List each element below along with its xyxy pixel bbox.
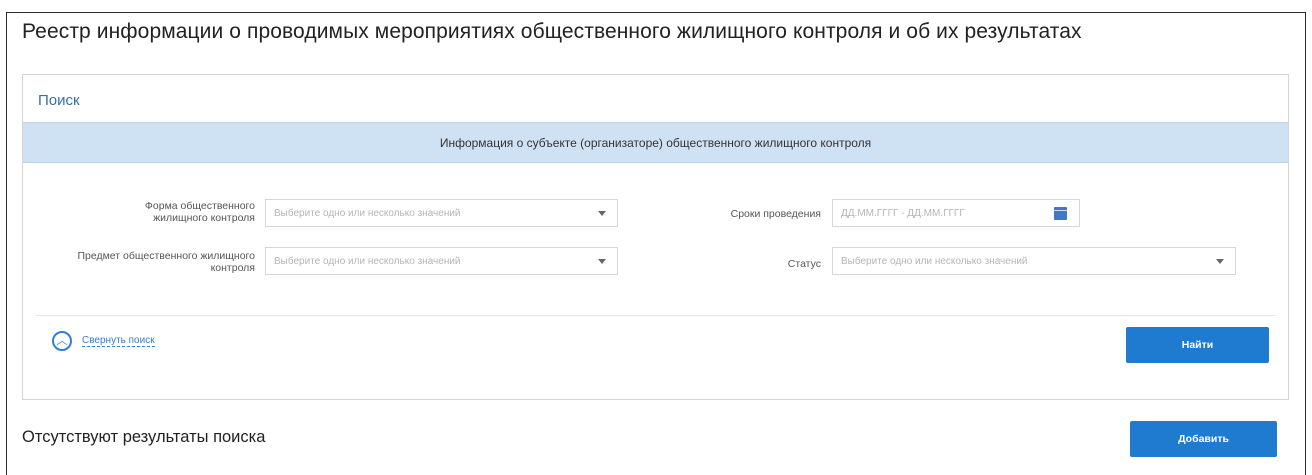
search-panel-title[interactable]: Поиск [38,92,80,109]
chevron-down-icon [1216,259,1224,264]
status-select[interactable]: Выберите одно или несколько значений [832,247,1236,275]
form-label: Форма общественного жилищного контроля [144,200,255,224]
collapse-search[interactable]: ︿ Свернуть поиск [52,331,155,351]
status-label: Статус [787,258,821,270]
dates-input[interactable]: ДД.ММ.ГГГГ - ДД.ММ.ГГГГ [832,199,1080,227]
subject-label: Предмет общественного жилищного контроля [77,250,255,274]
results-empty-text: Отсутствуют результаты поиска [22,428,266,446]
chevron-down-icon [598,259,606,264]
section-header: Информация о субъекте (организаторе) общ… [23,122,1288,163]
page-title: Реестр информации о проводимых мероприят… [22,20,1082,43]
calendar-icon[interactable] [1054,207,1067,220]
form-select[interactable]: Выберите одно или несколько значений [265,199,618,227]
form-select-placeholder: Выберите одно или несколько значений [274,207,461,219]
dates-placeholder: ДД.ММ.ГГГГ - ДД.ММ.ГГГГ [841,207,965,219]
subject-select[interactable]: Выберите одно или несколько значений [265,247,618,275]
find-button[interactable]: Найти [1126,327,1269,363]
divider [36,315,1275,316]
status-select-placeholder: Выберите одно или несколько значений [841,255,1028,267]
collapse-search-link[interactable]: Свернуть поиск [82,335,155,347]
chevron-down-icon [598,211,606,216]
subject-select-placeholder: Выберите одно или несколько значений [274,255,461,267]
collapse-up-icon[interactable]: ︿ [52,331,72,351]
add-button[interactable]: Добавить [1130,421,1277,457]
section-title: Информация о субъекте (организаторе) общ… [439,135,872,150]
dates-label: Сроки проведения [730,208,821,220]
search-panel: Поиск Информация о субъекте (организатор… [22,74,1289,400]
